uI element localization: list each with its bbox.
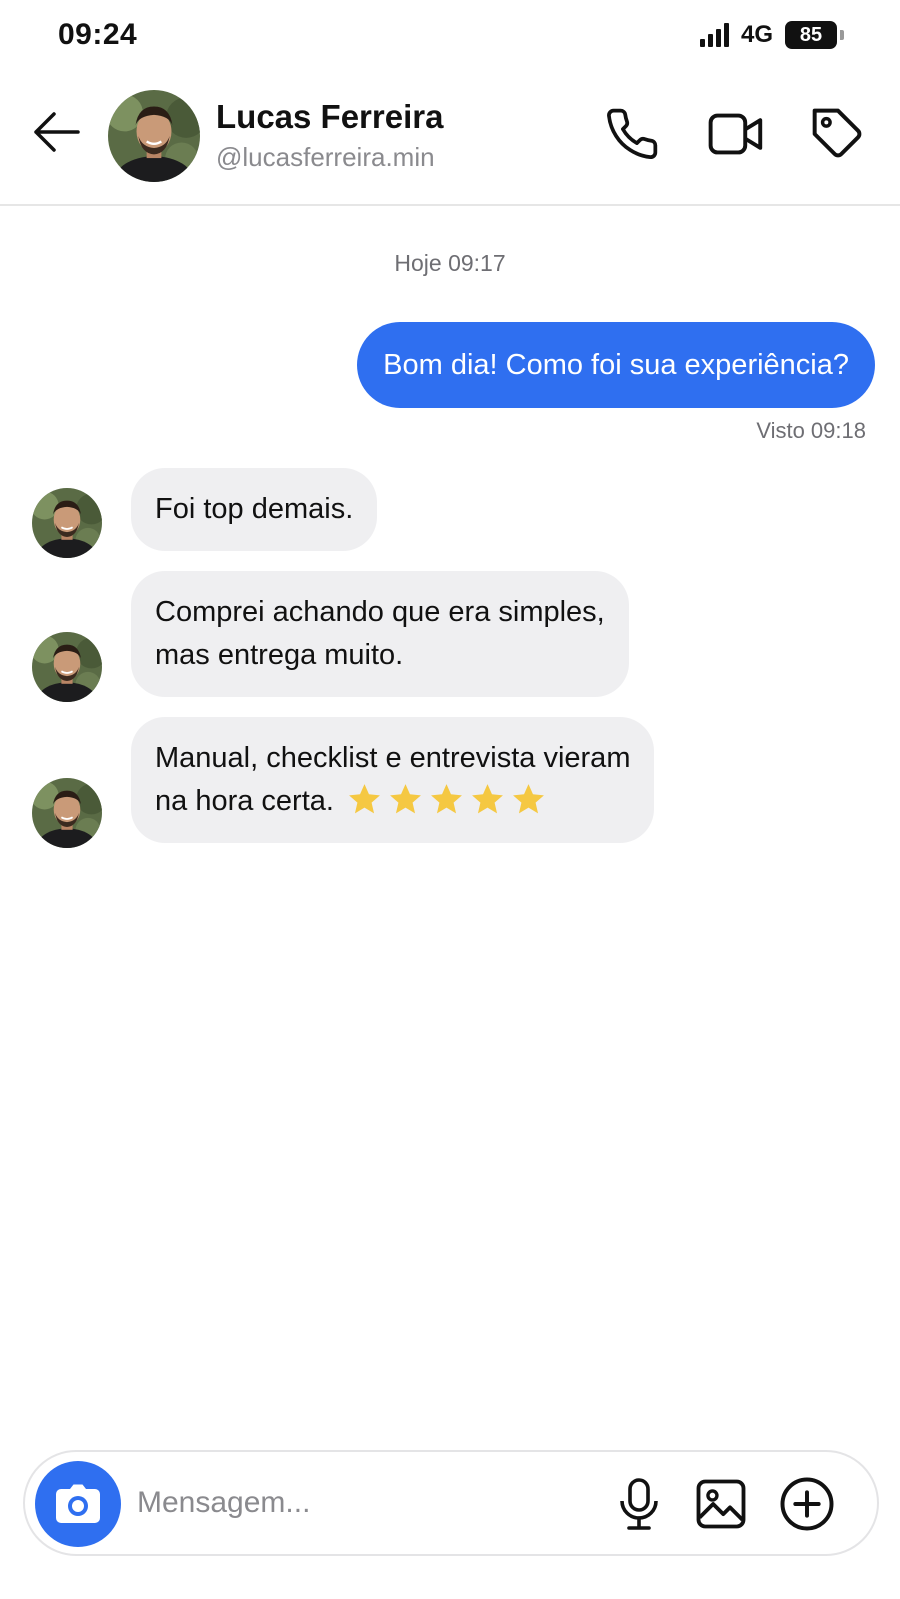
contact-name[interactable]: Lucas Ferreira xyxy=(216,98,443,136)
message-composer xyxy=(23,1450,879,1556)
voice-call-button[interactable] xyxy=(600,102,664,166)
chat-screen: 09:24 4G 85 Lucas Ferreira @lucasferreir… xyxy=(0,0,900,1599)
network-type: 4G xyxy=(740,21,773,48)
gallery-button[interactable] xyxy=(691,1474,751,1534)
message-line: Manual, checklist e entrevista vieram xyxy=(155,742,631,774)
incoming-message[interactable]: Manual, checklist e entrevista vieram na… xyxy=(131,717,655,843)
tag-icon xyxy=(812,108,862,158)
message-line: mas entrega muito. xyxy=(155,639,404,671)
status-time: 09:24 xyxy=(58,18,138,51)
chat-header: Lucas Ferreira @lucasferreira.min xyxy=(0,78,900,206)
status-bar: 09:24 4G 85 xyxy=(0,0,900,72)
camera-icon xyxy=(56,1484,100,1523)
star-icon xyxy=(510,781,547,818)
incoming-message[interactable]: Comprei achando que era simples, mas ent… xyxy=(131,571,629,697)
image-icon xyxy=(696,1479,746,1529)
battery-icon: 85 xyxy=(785,21,837,49)
back-button[interactable] xyxy=(26,104,86,160)
phone-icon xyxy=(607,108,658,160)
sender-avatar[interactable] xyxy=(32,488,102,558)
star-icon xyxy=(387,781,424,818)
message-line: Foi top demais. xyxy=(155,493,354,525)
contact-avatar[interactable] xyxy=(108,90,200,182)
day-timestamp: Hoje 09:17 xyxy=(394,250,506,276)
star-rating xyxy=(346,781,547,818)
video-camera-icon xyxy=(708,113,763,155)
sender-avatar[interactable] xyxy=(32,632,102,702)
more-options-button[interactable] xyxy=(777,1474,837,1534)
battery-level: 85 xyxy=(799,23,823,46)
read-receipt: Visto 09:18 xyxy=(756,418,866,443)
microphone-icon xyxy=(620,1478,658,1530)
video-call-button[interactable] xyxy=(704,102,768,166)
message-line: Comprei achando que era simples, xyxy=(155,596,605,628)
back-arrow-icon xyxy=(34,112,80,152)
star-icon xyxy=(346,781,383,818)
sender-avatar[interactable] xyxy=(32,778,102,848)
tag-button[interactable] xyxy=(806,102,870,166)
message-input[interactable] xyxy=(137,1474,597,1532)
outgoing-message[interactable]: Bom dia! Como foi sua experiência? xyxy=(357,322,875,408)
status-indicators: 4G 85 xyxy=(699,18,844,52)
battery-cap xyxy=(840,30,844,40)
camera-button[interactable] xyxy=(35,1461,121,1547)
star-icon xyxy=(469,781,506,818)
star-icon xyxy=(428,781,465,818)
signal-icon xyxy=(699,23,729,47)
plus-circle-icon xyxy=(780,1477,834,1531)
contact-handle: @lucasferreira.min xyxy=(216,142,435,172)
message-line: na hora certa. xyxy=(155,785,334,817)
voice-message-button[interactable] xyxy=(609,1474,669,1534)
incoming-message[interactable]: Foi top demais. xyxy=(131,468,378,551)
